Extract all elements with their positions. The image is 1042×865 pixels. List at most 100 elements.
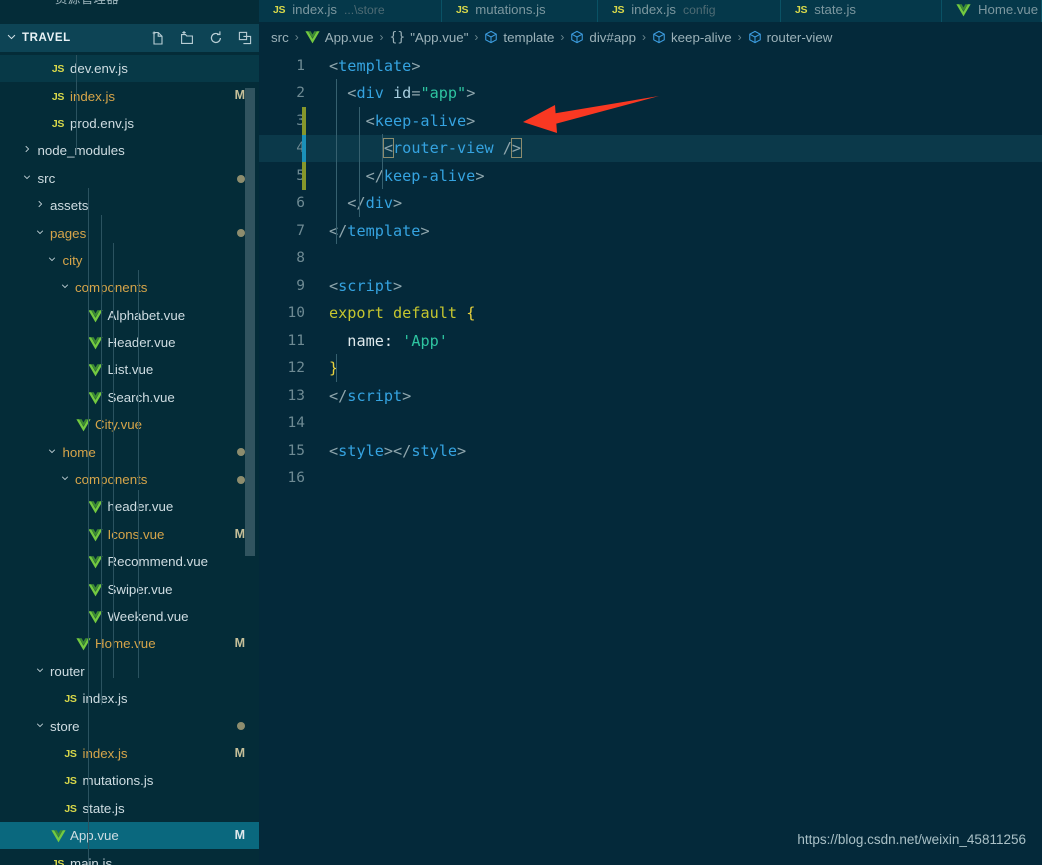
chevron-down-icon[interactable] [44,254,61,267]
code-line[interactable]: 10 export default { [259,300,1042,328]
code-line[interactable]: 7 </template> [259,217,1042,245]
code-editor[interactable]: 1 <template> 2 <div id="app"> 3 <keep-alive… [259,52,1042,865]
new-folder-icon[interactable] [179,30,195,46]
breadcrumb[interactable]: src › App.vue › {} "App.vue" › template › div#app… [259,22,1042,52]
sidebar-scrollbar[interactable] [245,88,255,556]
code-line[interactable]: 6 </div> [259,190,1042,218]
more-actions-icon[interactable]: ••• [216,0,237,5]
editor-tab[interactable]: JS state.js [781,0,942,22]
tree-item-label: components [75,472,148,488]
tree-file-row[interactable]: JS index.js M [0,82,259,109]
tree-file-row[interactable]: JS dev.env.js [0,55,259,83]
code-line[interactable]: 2 <div id="app"> [259,80,1042,108]
tree-file-row[interactable]: App.vue M [0,821,259,850]
tree-folder-row[interactable]: components [0,466,259,493]
breadcrumb-item[interactable]: {} "App.vue" [390,30,469,45]
tree-file-row[interactable]: Swiper.vue [0,575,259,602]
tree-file-row[interactable]: JS state.js [0,795,259,822]
tree-file-row[interactable]: JS index.js [0,685,259,712]
chevron-right-icon[interactable] [31,199,48,212]
code-line[interactable]: 5 </keep-alive> [259,162,1042,190]
collapse-all-icon[interactable] [237,30,253,46]
code-indent-guide [336,354,337,382]
editor-tab-bar[interactable]: JS index.js ...\store JS mutations.js JS index… [259,0,1042,22]
tree-file-row[interactable]: City.vue [0,411,259,438]
code-token: > [475,166,485,185]
breadcrumb-item[interactable]: src [271,30,289,45]
code-line-text: <template> [319,57,420,75]
breadcrumb-item[interactable]: router-view [748,30,832,45]
tree-file-row[interactable]: Recommend.vue [0,548,259,575]
code-token: keep-alive [383,166,476,185]
breadcrumb-item[interactable]: App.vue [305,30,374,45]
code-line[interactable]: 16 [259,465,1042,493]
tree-folder-row[interactable]: pages [0,219,259,246]
chevron-down-icon[interactable] [56,473,73,486]
chevron-right-icon[interactable] [19,144,36,157]
chevron-down-icon[interactable] [31,720,48,733]
chevron-down-icon[interactable] [0,31,22,45]
code-line[interactable]: 8 [259,245,1042,273]
tree-folder-row[interactable]: assets [0,192,259,219]
tree-file-row[interactable]: Search.vue [0,384,259,411]
code-line[interactable]: 12} [259,355,1042,383]
tree-file-row[interactable]: Alphabet.vue [0,302,259,329]
tree-file-row[interactable]: Header.vue [0,329,259,356]
tree-file-row[interactable]: List.vue [0,356,259,383]
chevron-down-icon[interactable] [19,172,36,185]
line-number: 7 [296,222,305,239]
tree-folder-row[interactable]: node_modules [0,137,259,164]
tree-folder-row[interactable]: components [0,274,259,301]
chevron-down-icon[interactable] [31,665,48,678]
code-indent-guide [382,134,383,189]
code-line[interactable]: 13 </script> [259,382,1042,410]
code-line[interactable]: 1 <template> [259,52,1042,80]
breadcrumb-item[interactable]: keep-alive [652,30,732,45]
tree-file-row[interactable]: Weekend.vue [0,603,259,630]
code-line[interactable]: 9 <script> [259,272,1042,300]
code-line[interactable]: 11 name: 'App' [259,327,1042,355]
tree-item-label: dev.env.js [70,61,128,77]
tree-folder-row[interactable]: store [0,712,259,739]
chevron-down-icon[interactable] [44,446,61,459]
tree-file-row[interactable]: JS mutations.js [0,767,259,794]
tree-file-row[interactable]: JS index.js M [0,740,259,767]
line-number: 14 [287,415,305,432]
editor-tab[interactable]: JS index.js config [598,0,781,22]
tree-folder-row[interactable]: city [0,247,259,274]
code-token: > [457,441,467,460]
code-line[interactable]: 3 <keep-alive> [259,107,1042,135]
tree-folder-row[interactable]: home [0,438,259,465]
workspace-folder-header[interactable]: TRAVEL [0,24,259,52]
file-tree[interactable]: JS dev.env.js JS index.js M JS prod.env.js node… [0,55,259,865]
breadcrumb-item[interactable]: template [484,30,554,45]
code-token: div [365,194,394,213]
code-line[interactable]: 4 <router-view /> [259,134,1042,162]
refresh-icon[interactable] [208,30,224,46]
tree-file-row[interactable]: JS main.js [0,849,259,865]
chevron-down-icon[interactable] [56,281,73,294]
tree-folder-row[interactable]: router [0,658,259,685]
editor-tab[interactable]: JS index.js ...\store [259,0,442,22]
tree-file-row[interactable]: Home.vue M [0,630,259,657]
breadcrumb-item[interactable]: div#app [570,30,636,45]
tree-file-row[interactable]: JS prod.env.js [0,110,259,137]
js-file-icon: JS [612,4,625,16]
editor-tab[interactable]: Home.vue [942,0,1042,22]
chevron-down-icon[interactable] [31,227,48,240]
code-line[interactable]: 14 [259,410,1042,438]
symbol-namespace-icon [748,30,762,44]
tree-file-row[interactable]: Icons.vue M [0,521,259,548]
code-token: > [393,276,403,295]
code-line[interactable]: 15 <style></style> [259,437,1042,465]
code-token: "app" [420,84,467,103]
new-file-icon[interactable] [150,30,166,46]
tree-file-row[interactable]: header.vue [0,493,259,520]
editor-tab[interactable]: JS mutations.js [442,0,598,22]
tree-folder-row[interactable]: src [0,165,259,192]
